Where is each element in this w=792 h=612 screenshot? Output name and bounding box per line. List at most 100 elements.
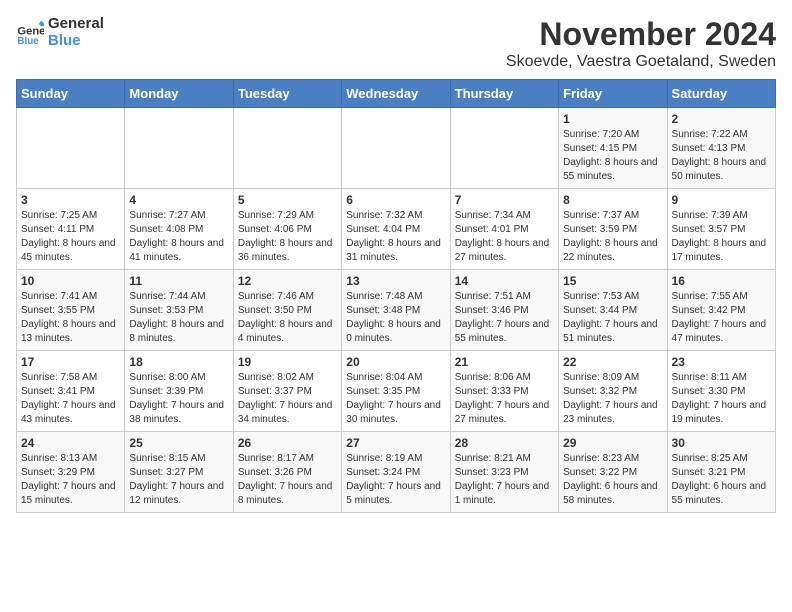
calendar-cell: 6 Sunrise: 7:32 AM Sunset: 4:04 PM Daylig… [342, 189, 450, 270]
calendar-cell: 1 Sunrise: 7:20 AM Sunset: 4:15 PM Daylig… [559, 108, 667, 189]
day-number: 22 [563, 355, 662, 369]
day-number: 12 [238, 274, 337, 288]
calendar-cell: 18 Sunrise: 8:00 AM Sunset: 3:39 PM Dayli… [125, 351, 233, 432]
day-number: 11 [129, 274, 228, 288]
week-row-3: 10Sunrise: 7:41 AM Sunset: 3:55 PM Dayli… [17, 270, 776, 351]
calendar-cell: 15 Sunrise: 7:53 AM Sunset: 3:44 PM Dayli… [559, 270, 667, 351]
day-info: Sunrise: 8:19 AM Sunset: 3:24 PM Dayligh… [346, 452, 445, 508]
day-number: 20 [346, 355, 445, 369]
day-number: 26 [238, 436, 337, 450]
day-number: 19 [238, 355, 337, 369]
calendar-cell: 25Sunrise: 8:15 AM Sunset: 3:27 PM Dayli… [125, 432, 233, 513]
day-number: 23 [672, 355, 771, 369]
day-info: Sunrise: 7:32 AM Sunset: 4:04 PM Dayligh… [346, 209, 445, 265]
logo: General Blue General Blue [16, 16, 104, 49]
day-number: 1 [563, 112, 662, 126]
day-info: Sunrise: 8:25 AM Sunset: 3:21 PM Dayligh… [672, 452, 771, 508]
calendar-cell: 2Sunrise: 7:22 AM Sunset: 4:13 PM Daylig… [667, 108, 775, 189]
day-number: 15 [563, 274, 662, 288]
title-block: November 2024 Skoevde, Vaestra Goetaland… [506, 16, 776, 71]
day-number: 18 [129, 355, 228, 369]
header-day-thursday: Thursday [450, 80, 558, 108]
logo-general: General [48, 16, 104, 33]
calendar-cell: 3Sunrise: 7:25 AM Sunset: 4:11 PM Daylig… [17, 189, 125, 270]
day-info: Sunrise: 7:51 AM Sunset: 3:46 PM Dayligh… [455, 290, 554, 346]
day-info: Sunrise: 8:21 AM Sunset: 3:23 PM Dayligh… [455, 452, 554, 508]
day-number: 25 [129, 436, 228, 450]
calendar-cell [233, 108, 341, 189]
calendar-cell: 12 Sunrise: 7:46 AM Sunset: 3:50 PM Dayli… [233, 270, 341, 351]
day-number: 13 [346, 274, 445, 288]
header-day-saturday: Saturday [667, 80, 775, 108]
calendar-cell [125, 108, 233, 189]
calendar-cell: 17 Sunrise: 7:58 AM Sunset: 3:41 PM Dayli… [17, 351, 125, 432]
day-info: Sunrise: 8:02 AM Sunset: 3:37 PM Dayligh… [238, 371, 337, 427]
day-info: Sunrise: 7:53 AM Sunset: 3:44 PM Dayligh… [563, 290, 662, 346]
calendar-cell: 7Sunrise: 7:34 AM Sunset: 4:01 PM Daylig… [450, 189, 558, 270]
calendar-cell: 28 Sunrise: 8:21 AM Sunset: 3:23 PM Dayli… [450, 432, 558, 513]
day-number: 6 [346, 193, 445, 207]
day-number: 27 [346, 436, 445, 450]
calendar-cell: 29 Sunrise: 8:23 AM Sunset: 3:22 PM Dayli… [559, 432, 667, 513]
header-day-tuesday: Tuesday [233, 80, 341, 108]
day-number: 30 [672, 436, 771, 450]
calendar-cell: 22 Sunrise: 8:09 AM Sunset: 3:32 PM Dayli… [559, 351, 667, 432]
day-number: 17 [21, 355, 120, 369]
calendar-cell: 11 Sunrise: 7:44 AM Sunset: 3:53 PM Dayli… [125, 270, 233, 351]
header-row: SundayMondayTuesdayWednesdayThursdayFrid… [17, 80, 776, 108]
logo-blue: Blue [48, 33, 104, 50]
day-info: Sunrise: 8:13 AM Sunset: 3:29 PM Dayligh… [21, 452, 120, 508]
calendar-cell: 27 Sunrise: 8:19 AM Sunset: 3:24 PM Dayli… [342, 432, 450, 513]
calendar-cell: 24 Sunrise: 8:13 AM Sunset: 3:29 PM Dayli… [17, 432, 125, 513]
day-number: 10 [21, 274, 120, 288]
day-info: Sunrise: 7:37 AM Sunset: 3:59 PM Dayligh… [563, 209, 662, 265]
day-number: 9 [672, 193, 771, 207]
day-number: 24 [21, 436, 120, 450]
calendar-body: 1 Sunrise: 7:20 AM Sunset: 4:15 PM Daylig… [17, 108, 776, 513]
svg-text:Blue: Blue [17, 36, 39, 47]
calendar-cell: 4 Sunrise: 7:27 AM Sunset: 4:08 PM Daylig… [125, 189, 233, 270]
location-title: Skoevde, Vaestra Goetaland, Sweden [506, 53, 776, 71]
day-info: Sunrise: 7:58 AM Sunset: 3:41 PM Dayligh… [21, 371, 120, 427]
day-info: Sunrise: 8:23 AM Sunset: 3:22 PM Dayligh… [563, 452, 662, 508]
day-info: Sunrise: 7:44 AM Sunset: 3:53 PM Dayligh… [129, 290, 228, 346]
day-info: Sunrise: 7:48 AM Sunset: 3:48 PM Dayligh… [346, 290, 445, 346]
day-number: 5 [238, 193, 337, 207]
day-info: Sunrise: 7:29 AM Sunset: 4:06 PM Dayligh… [238, 209, 337, 265]
day-info: Sunrise: 7:27 AM Sunset: 4:08 PM Dayligh… [129, 209, 228, 265]
day-info: Sunrise: 8:04 AM Sunset: 3:35 PM Dayligh… [346, 371, 445, 427]
calendar-cell: 14 Sunrise: 7:51 AM Sunset: 3:46 PM Dayli… [450, 270, 558, 351]
calendar-cell: 9 Sunrise: 7:39 AM Sunset: 3:57 PM Daylig… [667, 189, 775, 270]
week-row-1: 1 Sunrise: 7:20 AM Sunset: 4:15 PM Daylig… [17, 108, 776, 189]
day-number: 4 [129, 193, 228, 207]
calendar-cell: 20 Sunrise: 8:04 AM Sunset: 3:35 PM Dayli… [342, 351, 450, 432]
calendar-cell: 16Sunrise: 7:55 AM Sunset: 3:42 PM Dayli… [667, 270, 775, 351]
page-header: General Blue General Blue November 2024 … [16, 16, 776, 71]
calendar-cell: 23Sunrise: 8:11 AM Sunset: 3:30 PM Dayli… [667, 351, 775, 432]
day-number: 21 [455, 355, 554, 369]
day-info: Sunrise: 7:46 AM Sunset: 3:50 PM Dayligh… [238, 290, 337, 346]
header-day-sunday: Sunday [17, 80, 125, 108]
calendar-cell: 19 Sunrise: 8:02 AM Sunset: 3:37 PM Dayli… [233, 351, 341, 432]
day-info: Sunrise: 8:09 AM Sunset: 3:32 PM Dayligh… [563, 371, 662, 427]
calendar-header: SundayMondayTuesdayWednesdayThursdayFrid… [17, 80, 776, 108]
day-info: Sunrise: 7:22 AM Sunset: 4:13 PM Dayligh… [672, 128, 771, 184]
header-day-friday: Friday [559, 80, 667, 108]
day-info: Sunrise: 7:20 AM Sunset: 4:15 PM Dayligh… [563, 128, 662, 184]
day-info: Sunrise: 8:06 AM Sunset: 3:33 PM Dayligh… [455, 371, 554, 427]
calendar-table: SundayMondayTuesdayWednesdayThursdayFrid… [16, 79, 776, 513]
day-number: 29 [563, 436, 662, 450]
day-info: Sunrise: 7:39 AM Sunset: 3:57 PM Dayligh… [672, 209, 771, 265]
week-row-2: 3Sunrise: 7:25 AM Sunset: 4:11 PM Daylig… [17, 189, 776, 270]
calendar-cell: 26 Sunrise: 8:17 AM Sunset: 3:26 PM Dayli… [233, 432, 341, 513]
month-title: November 2024 [506, 16, 776, 53]
calendar-cell: 8Sunrise: 7:37 AM Sunset: 3:59 PM Daylig… [559, 189, 667, 270]
day-info: Sunrise: 8:00 AM Sunset: 3:39 PM Dayligh… [129, 371, 228, 427]
day-number: 14 [455, 274, 554, 288]
day-number: 28 [455, 436, 554, 450]
calendar-cell: 10Sunrise: 7:41 AM Sunset: 3:55 PM Dayli… [17, 270, 125, 351]
day-info: Sunrise: 8:17 AM Sunset: 3:26 PM Dayligh… [238, 452, 337, 508]
header-day-wednesday: Wednesday [342, 80, 450, 108]
week-row-5: 24 Sunrise: 8:13 AM Sunset: 3:29 PM Dayli… [17, 432, 776, 513]
calendar-cell [17, 108, 125, 189]
